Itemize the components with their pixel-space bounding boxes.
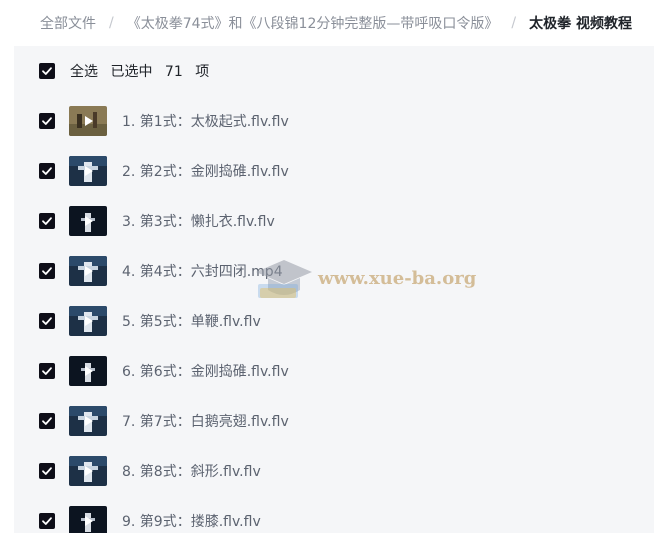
file-name[interactable]: 4. 第4式：六封四闭.mp4 [122,261,283,281]
breadcrumb-separator: / [109,15,114,31]
file-row[interactable]: 4. 第4式：六封四闭.mp4 [14,246,654,296]
file-name[interactable]: 3. 第3式：懒扎衣.flv.flv [122,211,275,231]
video-thumbnail[interactable] [69,356,107,386]
file-row[interactable]: 3. 第3式：懒扎衣.flv.flv [14,196,654,246]
checkmark-icon [42,267,52,275]
file-name[interactable]: 6. 第6式：金刚捣碓.flv.flv [122,361,289,381]
file-name[interactable]: 7. 第7式：白鹅亮翅.flv.flv [122,411,289,431]
file-name[interactable]: 2. 第2式：金刚捣碓.flv.flv [122,161,289,181]
checkmark-icon [42,117,52,125]
video-thumbnail[interactable] [69,206,107,236]
file-name[interactable]: 5. 第5式：单鞭.flv.flv [122,311,261,331]
file-checkbox[interactable] [39,113,55,129]
file-name[interactable]: 8. 第8式：斜形.flv.flv [122,461,261,481]
select-all-checkbox[interactable] [39,63,55,79]
video-thumbnail[interactable] [69,456,107,486]
file-checkbox[interactable] [39,363,55,379]
video-thumbnail[interactable] [69,406,107,436]
file-checkbox[interactable] [39,263,55,279]
selected-unit: 项 [195,64,210,80]
file-checkbox[interactable] [39,463,55,479]
file-row[interactable]: 5. 第5式：单鞭.flv.flv [14,296,654,346]
breadcrumb: 全部文件 / 《太极拳74式》和《八段锦12分钟完整版—带呼吸口令版》 / 太极… [0,0,654,46]
file-checkbox[interactable] [39,313,55,329]
checkmark-icon [42,467,52,475]
video-thumbnail[interactable] [69,506,107,533]
select-all-label: 全选 已选中 71 项 [70,61,217,81]
breadcrumb-root[interactable]: 全部文件 [40,13,96,33]
checkmark-icon [42,317,52,325]
file-row[interactable]: 6. 第6式：金刚捣碓.flv.flv [14,346,654,396]
breadcrumb-current-folder: 太极拳 视频教程 [529,16,632,32]
select-all-row: 全选 已选中 71 项 [14,46,654,96]
checkmark-icon [42,67,52,75]
file-browser-page: 全部文件 / 《太极拳74式》和《八段锦12分钟完整版—带呼吸口令版》 / 太极… [0,0,654,533]
breadcrumb-separator: / [511,15,517,31]
select-all-text: 全选 [70,64,98,80]
file-list-panel: 全选 已选中 71 项 1. 第1式：太极起式.flv.flv 2. 第2式：金刚… [14,46,654,533]
file-checkbox[interactable] [39,213,55,229]
video-thumbnail[interactable] [69,156,107,186]
file-checkbox[interactable] [39,513,55,529]
selected-prefix: 已选中 [110,64,153,80]
file-row[interactable]: 1. 第1式：太极起式.flv.flv [14,96,654,146]
file-row[interactable]: 2. 第2式：金刚捣碓.flv.flv [14,146,654,196]
file-checkbox[interactable] [39,413,55,429]
checkmark-icon [42,167,52,175]
breadcrumb-parent-folder[interactable]: 《太极拳74式》和《八段锦12分钟完整版—带呼吸口令版》 [127,13,499,33]
file-row[interactable]: 7. 第7式：白鹅亮翅.flv.flv [14,396,654,446]
video-thumbnail[interactable] [69,306,107,336]
file-row[interactable]: 9. 第9式：搂膝.flv.flv [14,496,654,533]
selected-count: 71 [164,64,183,80]
checkmark-icon [42,517,52,525]
video-thumbnail[interactable] [69,106,107,136]
video-thumbnail[interactable] [69,256,107,286]
file-row[interactable]: 8. 第8式：斜形.flv.flv [14,446,654,496]
checkmark-icon [42,367,52,375]
checkmark-icon [42,417,52,425]
file-checkbox[interactable] [39,163,55,179]
checkmark-icon [42,217,52,225]
file-name[interactable]: 1. 第1式：太极起式.flv.flv [122,111,289,131]
file-name[interactable]: 9. 第9式：搂膝.flv.flv [122,511,261,531]
